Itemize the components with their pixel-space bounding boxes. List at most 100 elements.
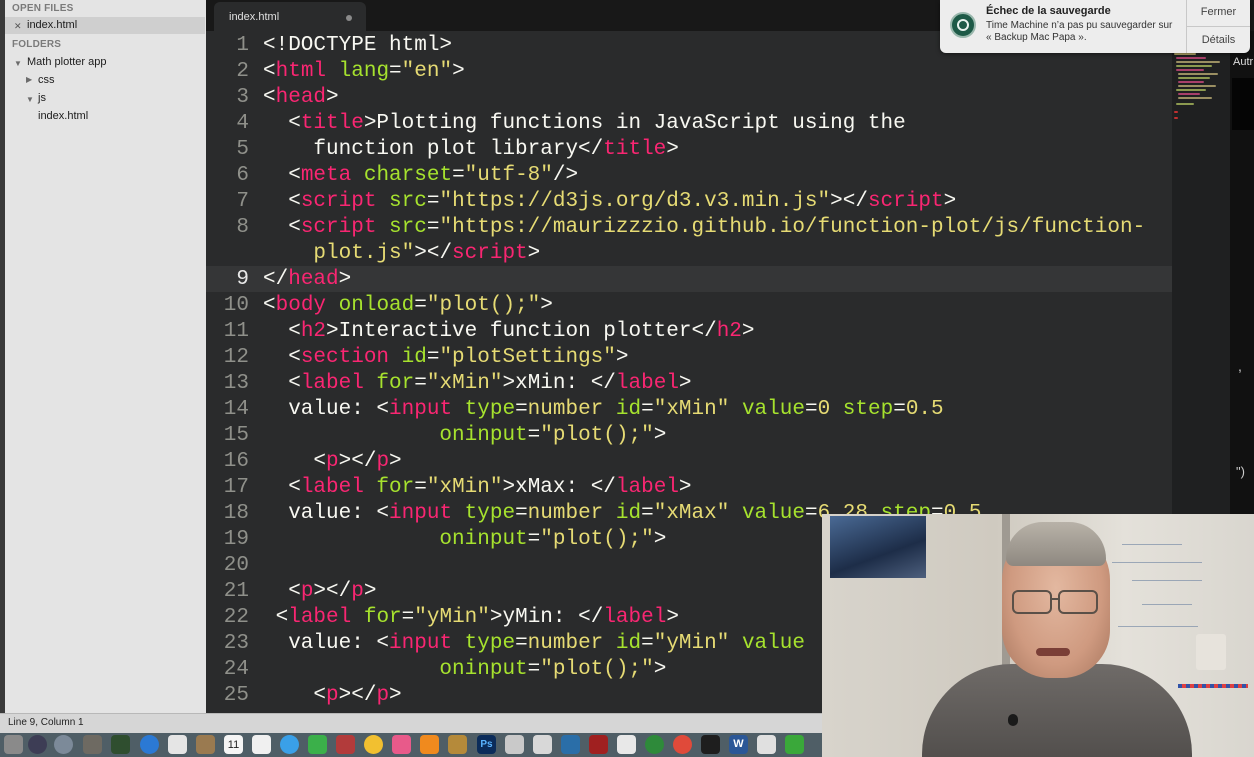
code-line[interactable]: oninput="plot();"> — [263, 527, 666, 553]
photos-icon[interactable] — [364, 735, 383, 754]
app-icon[interactable] — [645, 735, 664, 754]
line-number: 22 — [223, 606, 249, 629]
line-number: 8 — [236, 216, 249, 239]
code-line[interactable]: <script src="https://d3js.org/d3.v3.min.… — [263, 189, 956, 215]
notification-body: Time Machine n’a pas pu sauvegarder sur … — [986, 20, 1173, 43]
line-number: 12 — [223, 346, 249, 369]
line-number: 7 — [236, 190, 249, 213]
close-notification-button[interactable]: Fermer — [1187, 6, 1250, 18]
preview-icon[interactable] — [533, 735, 552, 754]
code-line[interactable]: oninput="plot();"> — [263, 423, 666, 449]
code-line[interactable]: <p></p> — [263, 579, 376, 605]
line-number: 11 — [223, 320, 249, 343]
line-number: 25 — [223, 684, 249, 707]
app-icon[interactable] — [561, 735, 580, 754]
sidebar: OPEN FILES ✕ index.html FOLDERS ▼ Math p… — [0, 0, 207, 713]
code-line[interactable]: <html lang="en"> — [263, 59, 465, 85]
folder-css[interactable]: css — [38, 74, 55, 86]
code-line[interactable]: value: <input type=number id="yMin" valu… — [263, 631, 805, 657]
line-number: 16 — [223, 450, 249, 473]
line-number: 2 — [236, 60, 249, 83]
code-line[interactable]: value: <input type=number id="xMin" valu… — [263, 397, 943, 423]
webcam-overlay — [822, 514, 1254, 757]
magnet-strip — [1178, 684, 1248, 688]
code-line[interactable]: <h2>Interactive function plotter</h2> — [263, 319, 754, 345]
adjacent-window-text: Autr — [1233, 56, 1254, 68]
folder-js[interactable]: js — [38, 92, 46, 104]
code-line[interactable]: <meta charset="utf-8"/> — [263, 163, 578, 189]
sublime-text-icon[interactable] — [83, 735, 102, 754]
finder-icon[interactable] — [4, 735, 23, 754]
word-icon[interactable]: W — [729, 735, 748, 754]
code-line[interactable]: <title>Plotting functions in JavaScript … — [263, 111, 906, 137]
ibooks-icon[interactable] — [420, 735, 439, 754]
line-number: 3 — [236, 86, 249, 109]
safari-icon[interactable] — [140, 735, 159, 754]
file-index-html[interactable]: index.html — [38, 110, 88, 122]
code-line[interactable]: function plot library</title> — [263, 137, 678, 163]
messages-icon[interactable] — [280, 735, 299, 754]
glasses-bridge — [1050, 598, 1058, 600]
lapel-microphone — [1008, 714, 1018, 726]
line-number: 18 — [223, 502, 249, 525]
folder-expanded-icon[interactable]: ▼ — [26, 95, 34, 104]
line-number: 1 — [236, 34, 249, 57]
code-line[interactable]: <head> — [263, 85, 339, 111]
code-line[interactable]: <label for="xMin">xMin: </label> — [263, 371, 691, 397]
code-line[interactable]: <p></p> — [263, 449, 401, 475]
line-number: 10 — [223, 294, 249, 317]
line-number: 13 — [223, 372, 249, 395]
presenter-hair — [1006, 522, 1106, 566]
poster-image — [830, 516, 926, 578]
app-grid-icon[interactable] — [168, 735, 187, 754]
mug — [1196, 634, 1226, 670]
textedit-icon[interactable] — [617, 735, 636, 754]
unsaved-dot-icon[interactable] — [346, 15, 352, 21]
line-number: 24 — [223, 658, 249, 681]
launchpad-icon[interactable] — [54, 735, 73, 754]
tab-index-html[interactable]: index.html — [214, 2, 366, 31]
folders-header: FOLDERS — [12, 39, 62, 50]
line-number: 14 — [223, 398, 249, 421]
contacts-icon[interactable] — [196, 735, 215, 754]
siri-icon[interactable] — [28, 735, 47, 754]
photo-booth-icon[interactable] — [336, 735, 355, 754]
facetime-icon[interactable] — [308, 735, 327, 754]
code-line[interactable]: <!DOCTYPE html> — [263, 33, 452, 59]
time-machine-notification[interactable]: Échec de la sauvegarde Time Machine n’a … — [940, 0, 1250, 53]
calendar-icon[interactable]: 11 — [224, 735, 243, 754]
project-folder[interactable]: Math plotter app — [27, 56, 107, 68]
code-line[interactable]: plot.js"></script> — [263, 241, 540, 267]
line-number: 6 — [236, 164, 249, 187]
itunes-icon[interactable] — [392, 735, 411, 754]
chrome-icon[interactable] — [673, 735, 692, 754]
notes-icon[interactable] — [252, 735, 271, 754]
photoshop-icon[interactable]: Ps — [477, 735, 496, 754]
code-line[interactable]: <p></p> — [263, 683, 401, 709]
terminal-icon[interactable] — [701, 735, 720, 754]
code-line[interactable]: <script src="https://maurizzzio.github.i… — [263, 215, 1145, 241]
open-file-index-html[interactable]: index.html — [27, 19, 77, 31]
folder-expanded-icon[interactable]: ▼ — [14, 59, 22, 68]
code-line[interactable]: <section id="plotSettings"> — [263, 345, 628, 371]
app-icon[interactable] — [785, 735, 804, 754]
code-line[interactable]: </head> — [263, 267, 351, 293]
app-icon[interactable] — [505, 735, 524, 754]
line-number-current: 9 — [236, 268, 249, 291]
skype-icon[interactable] — [757, 735, 776, 754]
line-number: 23 — [223, 632, 249, 655]
code-line[interactable]: <label for="xMin">xMax: </label> — [263, 475, 691, 501]
details-button[interactable]: Détails — [1187, 34, 1250, 46]
glasses-right — [1058, 590, 1098, 614]
code-line[interactable]: <body onload="plot();"> — [263, 293, 553, 319]
close-file-icon[interactable]: ✕ — [14, 21, 22, 32]
divider — [1187, 26, 1250, 27]
app-icon[interactable] — [448, 735, 467, 754]
code-line[interactable]: oninput="plot();"> — [263, 657, 666, 683]
mission-control-icon[interactable] — [111, 735, 130, 754]
app-icon[interactable] — [589, 735, 608, 754]
code-line[interactable]: <label for="yMin">yMin: </label> — [263, 605, 679, 631]
whiteboard-scribble — [1142, 604, 1192, 605]
folder-collapsed-icon[interactable]: ▶ — [26, 75, 32, 84]
whiteboard-scribble — [1132, 580, 1202, 581]
